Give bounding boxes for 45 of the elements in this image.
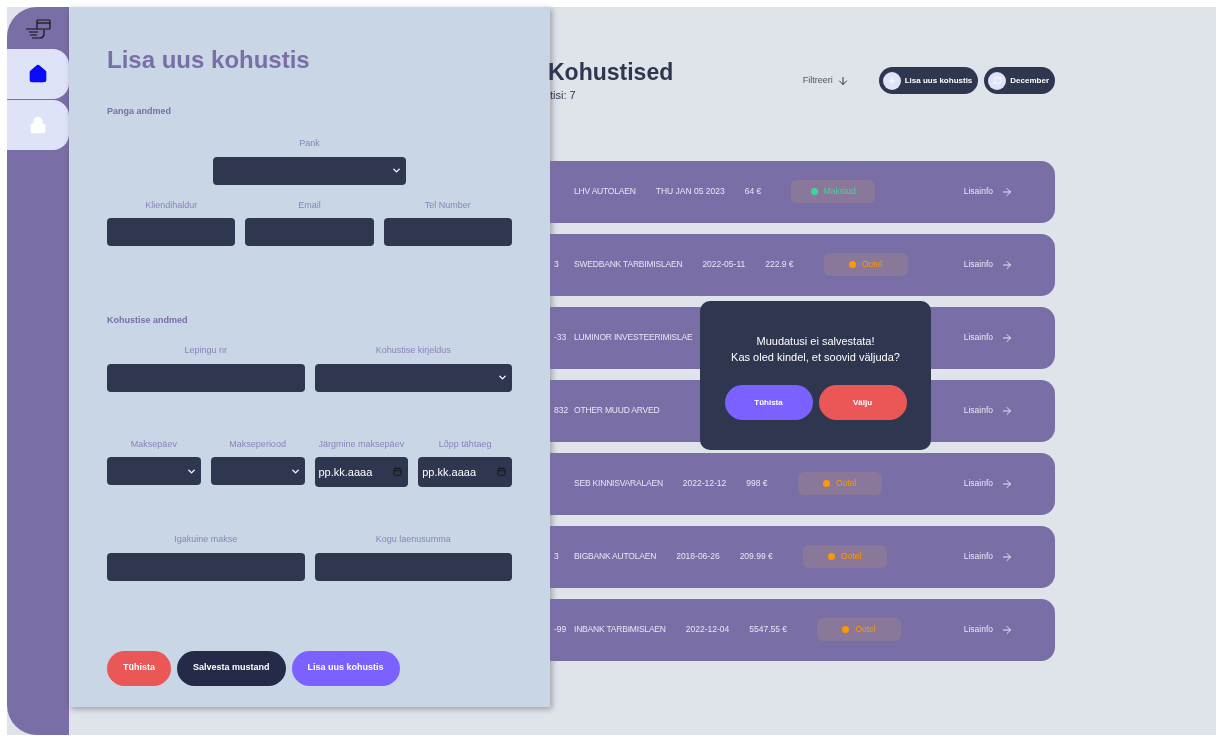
due-date: 2022-05-11 [702,258,746,271]
status-badge: Ootel [802,545,887,568]
status-badge: Ootel [823,253,908,276]
loan-name: LHV AUTOLAEN [574,185,636,198]
section-heading: Panga andmed [107,106,171,116]
loan-name: OTHER MUUD ARVED [574,404,660,417]
field-label: Email [298,198,321,212]
field-label: Maksepäev [130,437,177,451]
field-label: Järgmine maksepäev [318,437,405,451]
section-heading: Kohustise andmed [107,315,188,325]
count-text: tisi: 7 [550,88,577,103]
field-label: Kliendihaldur [145,198,198,212]
loan-name: INBANK TARBIMISLAEN [574,623,666,636]
field-label: Igakuine makse [174,533,238,546]
field-label: Kogu laenusumma [375,533,451,546]
loan-name: LUMINOR INVESTEERIMISLAE [574,331,693,344]
field-label: Lepingu nr [184,344,227,357]
dialog-message: Muudatusi ei salvestata! Kas oled kindel, et soovid väljuda? [731,334,900,365]
amount: 222.9 € [765,258,794,271]
due-date: THU JAN 05 2023 [655,185,725,198]
loan-name: SEB KINNISVARALAEN [574,477,663,490]
amount: 209.99 € [739,550,773,563]
status-badge: Ootel [797,472,882,495]
loan-name: SWEDBANK TARBIMISLAEN [574,258,683,271]
form-title: Lisa uus kohustis [107,45,311,75]
field-label: Makseperiood [229,437,286,451]
page-title: Kohustised [548,58,674,87]
status-badge: Ootel [817,618,902,641]
status-badge: Makstud [791,180,876,203]
loan-name: BIGBANK AUTOLAEN [574,550,657,563]
due-date: 2022-12-04 [685,623,730,636]
due-date: 2022-12-12 [682,477,727,490]
due-date: 2018-06-26 [676,550,720,563]
row-fragment: 832 [554,404,570,417]
amount: 998 € [746,477,768,490]
field-label: Lõpp tähtaeg [438,437,492,451]
field-label: Tel Number [424,198,471,212]
field-label: Kohustise kirjeldus [375,344,451,357]
row-fragment: 3 [554,258,560,271]
amount: 5547.55 € [749,623,788,636]
row-fragment: -99 [554,623,568,636]
field-label: Pank [299,137,320,150]
row-fragment: 3 [554,550,560,563]
row-fragment: -33 [554,331,568,344]
amount: 64 € [744,185,762,198]
